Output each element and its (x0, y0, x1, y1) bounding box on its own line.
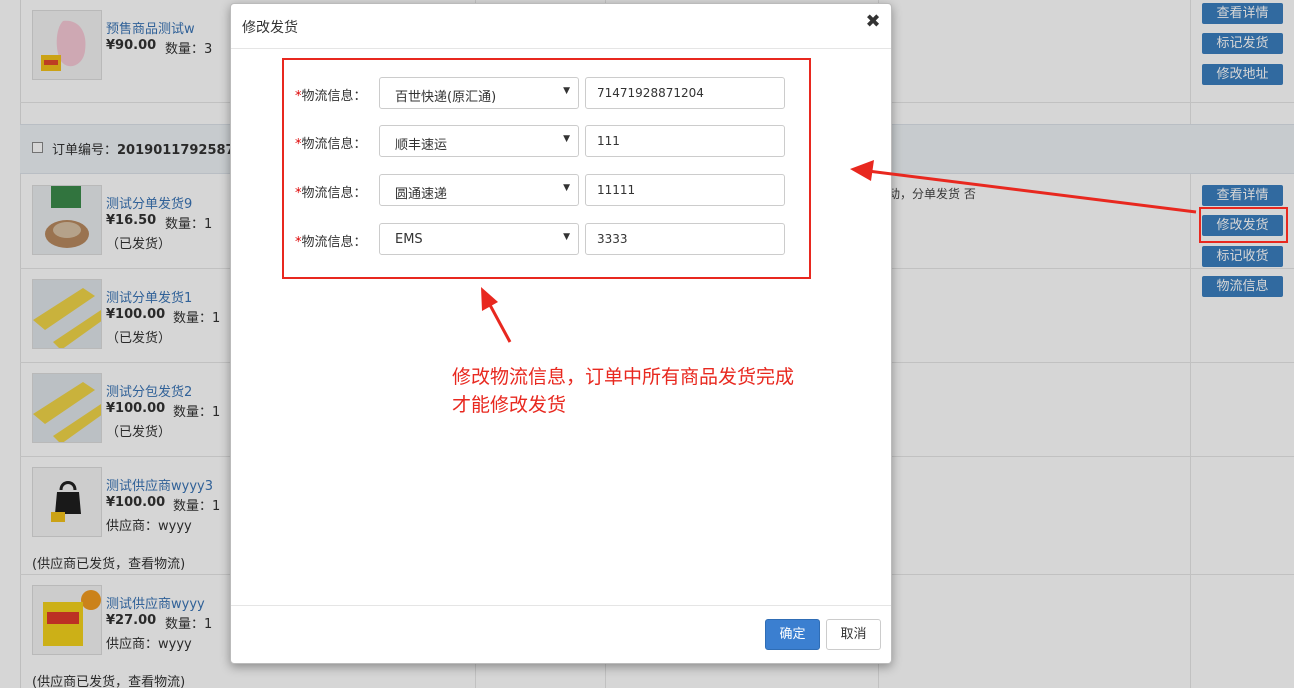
annotation-line: 修改物流信息，订单中所有商品发货完成 (452, 366, 795, 388)
dialog-title: 修改发货 (242, 20, 298, 36)
confirm-button[interactable]: 确定 (765, 619, 820, 650)
annotation-highlight-box (282, 58, 811, 279)
annotation-button-highlight (1199, 207, 1288, 243)
annotation-line: 才能修改发货 (452, 394, 567, 416)
close-icon[interactable]: ✖ (863, 11, 883, 33)
annotation-text: 修改物流信息，订单中所有商品发货完成 才能修改发货 (452, 363, 794, 419)
cancel-button[interactable]: 取消 (826, 619, 881, 650)
dialog-footer: 确定 取消 (231, 605, 891, 663)
dialog-header: 修改发货 ✖ (231, 4, 891, 49)
